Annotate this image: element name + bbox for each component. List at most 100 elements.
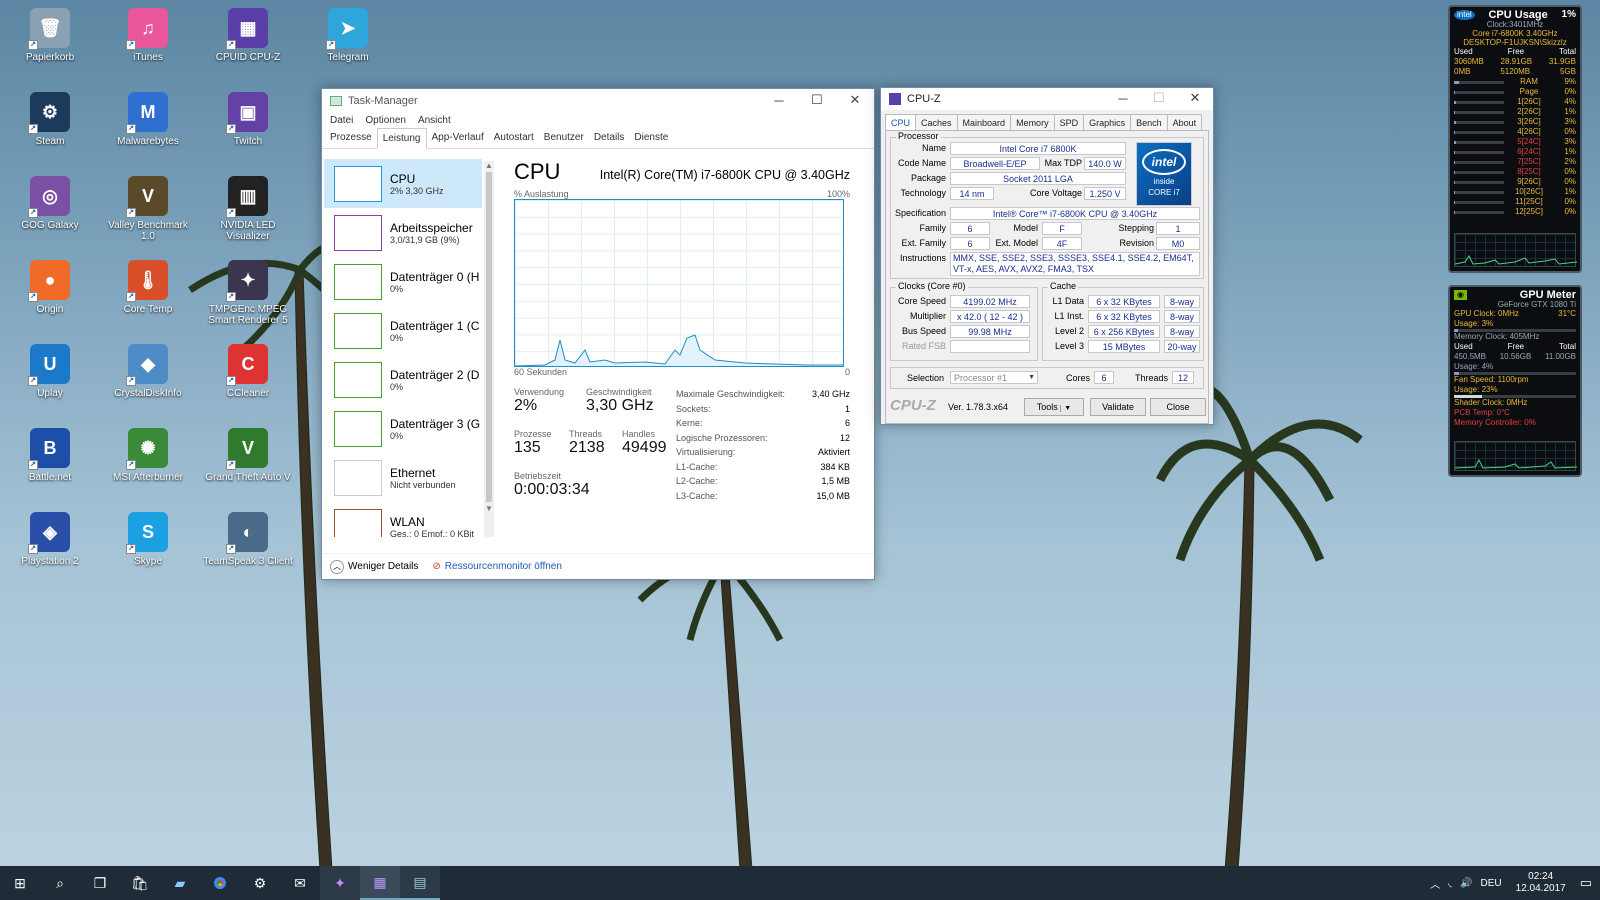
taskbar-chrome[interactable] xyxy=(200,866,240,900)
minimize-button[interactable]: ─ xyxy=(760,89,798,111)
tab-leistung[interactable]: Leistung xyxy=(376,128,427,149)
desktop-icon[interactable]: B ↗ Battle.net xyxy=(2,424,98,504)
desktop-icon[interactable]: ⚙ ↗ Steam xyxy=(2,88,98,168)
tab-details[interactable]: Details xyxy=(589,128,630,148)
volume-icon[interactable]: 🔊 xyxy=(1460,878,1472,889)
resource-item[interactable]: Datenträger 0 (H 0% xyxy=(324,257,482,306)
validate-button[interactable]: Validate xyxy=(1090,398,1146,416)
cache-assoc-value: 8-way xyxy=(1164,310,1200,323)
resource-item[interactable]: WLAN Ges.: 0 Empf.: 0 KBit xyxy=(324,502,482,537)
processor-select[interactable]: Processor #1 ▼ xyxy=(950,371,1038,384)
desktop-icon[interactable]: ◆ ↗ CrystalDiskInfo xyxy=(100,340,196,420)
resource-scrollbar[interactable]: ▲ ▼ xyxy=(484,161,494,537)
task-manager-titlebar[interactable]: Task-Manager ─ ☐ ✕ xyxy=(322,89,874,113)
cpuz-close-button[interactable]: ✕ xyxy=(1177,88,1213,108)
close-button[interactable]: ✕ xyxy=(836,89,874,111)
app-icon: ◐ ↗ xyxy=(226,512,268,554)
resource-item[interactable]: Ethernet Nicht verbunden xyxy=(324,453,482,502)
desktop-icon[interactable]: ✺ ↗ MSI Afterburner xyxy=(100,424,196,504)
cpuz-tab-cpu[interactable]: CPU xyxy=(885,114,917,131)
gadget-core-bar-fill xyxy=(1454,200,1455,204)
desktop-icon[interactable]: ◈ ↗ Playstation 2 xyxy=(2,508,98,588)
network-icon[interactable]: ◟ xyxy=(1448,878,1452,889)
cpuz-window[interactable]: CPU-Z ─ ☐ ✕ CPU Caches Mainboard Memory SPD G… xyxy=(880,87,1214,425)
desktop-icon[interactable]: C ↗ CCleaner xyxy=(200,340,296,420)
gadget-core-bar xyxy=(1454,130,1504,134)
menu-optionen[interactable]: Optionen xyxy=(365,115,406,126)
taskbar-store[interactable]: 🛍 xyxy=(120,866,160,900)
tab-bar: Prozesse Leistung App-Verlauf Autostart … xyxy=(322,128,874,149)
task-manager-window[interactable]: Task-Manager ─ ☐ ✕ Datei Optionen Ansich… xyxy=(321,88,875,580)
desktop-icon[interactable]: ▥ ↗ NVIDIA LED Visualizer xyxy=(200,172,296,252)
tab-app-verlauf[interactable]: App-Verlauf xyxy=(427,128,489,148)
input-language[interactable]: DEU xyxy=(1481,878,1502,889)
close-button-cpuz[interactable]: Close xyxy=(1150,398,1206,416)
resource-item[interactable]: Datenträger 1 (C 0% xyxy=(324,306,482,355)
resource-item[interactable]: Datenträger 3 (G 0% xyxy=(324,404,482,453)
gadget-core-bar-fill xyxy=(1454,180,1455,184)
cpu-history-graph xyxy=(1454,233,1578,267)
scroll-down-icon[interactable]: ▼ xyxy=(484,504,494,513)
gadget-core-label: 3[26C] xyxy=(1517,117,1541,126)
cpuz-minimize-button[interactable]: ─ xyxy=(1105,88,1141,108)
desktop-icon[interactable]: 🌡 ↗ Core Temp xyxy=(100,256,196,336)
desktop-icon[interactable]: ✦ ↗ TMPGEnc MPEG Smart Renderer 5 xyxy=(200,256,296,336)
menu-ansicht[interactable]: Ansicht xyxy=(418,115,451,126)
desktop-icon[interactable]: U ↗ Uplay xyxy=(2,340,98,420)
cpuz-tab-about[interactable]: About xyxy=(1166,114,1203,131)
resource-item[interactable]: Datenträger 2 (D 0% xyxy=(324,355,482,404)
taskbar-explorer[interactable]: ▰ xyxy=(160,866,200,900)
desktop-icon[interactable]: ♫ ↗ iTunes xyxy=(100,4,196,84)
cpuz-tab-caches[interactable]: Caches xyxy=(915,114,958,131)
cpuz-tab-bench[interactable]: Bench xyxy=(1130,114,1168,131)
desktop-icon[interactable]: V ↗ Valley Benchmark 1.0 xyxy=(100,172,196,252)
search-button[interactable]: ⌕ xyxy=(40,866,80,900)
task-view-button[interactable]: ❐ xyxy=(80,866,120,900)
menu-datei[interactable]: Datei xyxy=(330,115,353,126)
cpuz-tab-spd[interactable]: SPD xyxy=(1053,114,1085,131)
scroll-up-icon[interactable]: ▲ xyxy=(484,161,494,170)
app-icon: ▦ ↗ xyxy=(226,8,268,50)
taskbar-task-manager[interactable]: ▤ xyxy=(400,866,440,900)
resource-monitor-link[interactable]: ⊘ Ressourcenmonitor öffnen xyxy=(432,561,562,572)
desktop-icon[interactable]: ➤ ↗ Telegram xyxy=(300,4,396,84)
resource-item[interactable]: Arbeitsspeicher 3,0/31,9 GB (9%) xyxy=(324,208,482,257)
clock[interactable]: 02:24 12.04.2017 xyxy=(1516,871,1566,895)
desktop-icon[interactable]: ● ↗ Origin xyxy=(2,256,98,336)
desktop-icon[interactable]: S ↗ Skype xyxy=(100,508,196,588)
tab-prozesse[interactable]: Prozesse xyxy=(325,128,377,148)
chrome-icon xyxy=(211,874,229,892)
maximize-button[interactable]: ☐ xyxy=(798,89,836,111)
scroll-thumb[interactable] xyxy=(486,172,492,502)
cpuz-maximize-button[interactable]: ☐ xyxy=(1141,88,1177,108)
tab-dienste[interactable]: Dienste xyxy=(629,128,673,148)
desktop-icon[interactable]: 🗑 ↗ Papierkorb xyxy=(2,4,98,84)
threads-value: 2138 xyxy=(569,439,605,456)
tools-button[interactable]: Tools ▼ xyxy=(1024,398,1084,416)
desktop-icon[interactable]: V ↗ Grand Theft Auto V xyxy=(200,424,296,504)
app-icon: ✦ ↗ xyxy=(226,260,268,302)
desktop-icon[interactable]: ◎ ↗ GOG Galaxy xyxy=(2,172,98,252)
tab-benutzer[interactable]: Benutzer xyxy=(539,128,589,148)
action-center-icon[interactable]: ▭ xyxy=(1580,875,1592,891)
cpuz-tab-memory[interactable]: Memory xyxy=(1010,114,1055,131)
desktop-icon[interactable]: ▣ ↗ Twitch xyxy=(200,88,296,168)
gpu-meter-gadget[interactable]: ◉ GPU Meter GeForce GTX 1080 Ti GPU Cloc… xyxy=(1448,285,1582,477)
start-button[interactable]: ⊞ xyxy=(0,866,40,900)
cpuz-tab-mainboard[interactable]: Mainboard xyxy=(956,114,1012,131)
cpuz-titlebar[interactable]: CPU-Z ─ ☐ ✕ xyxy=(881,88,1213,110)
desktop-icon[interactable]: ▦ ↗ CPUID CPU-Z xyxy=(200,4,296,84)
tab-autostart[interactable]: Autostart xyxy=(489,128,539,148)
technology-value: 14 nm xyxy=(950,187,994,200)
taskbar-tmpgenc[interactable]: ✦ xyxy=(320,866,360,900)
fewer-details-button[interactable]: ︿ Weniger Details xyxy=(330,559,418,574)
taskbar-steam[interactable]: ⚙ xyxy=(240,866,280,900)
desktop-icon[interactable]: M ↗ Malwarebytes xyxy=(100,88,196,168)
resource-item[interactable]: CPU 2% 3,30 GHz xyxy=(324,159,482,208)
taskbar-mail[interactable]: ✉ xyxy=(280,866,320,900)
cpuz-tab-graphics[interactable]: Graphics xyxy=(1083,114,1132,131)
cpu-usage-gadget[interactable]: intel CPU Usage 1% Clock:3401MHz Core i7… xyxy=(1448,5,1582,273)
desktop-icon[interactable]: ◐ ↗ TeamSpeak 3 Client xyxy=(200,508,296,588)
taskbar-cpuz[interactable]: ▦ xyxy=(360,866,400,900)
show-hidden-icons-icon[interactable]: ︿ xyxy=(1430,876,1440,891)
